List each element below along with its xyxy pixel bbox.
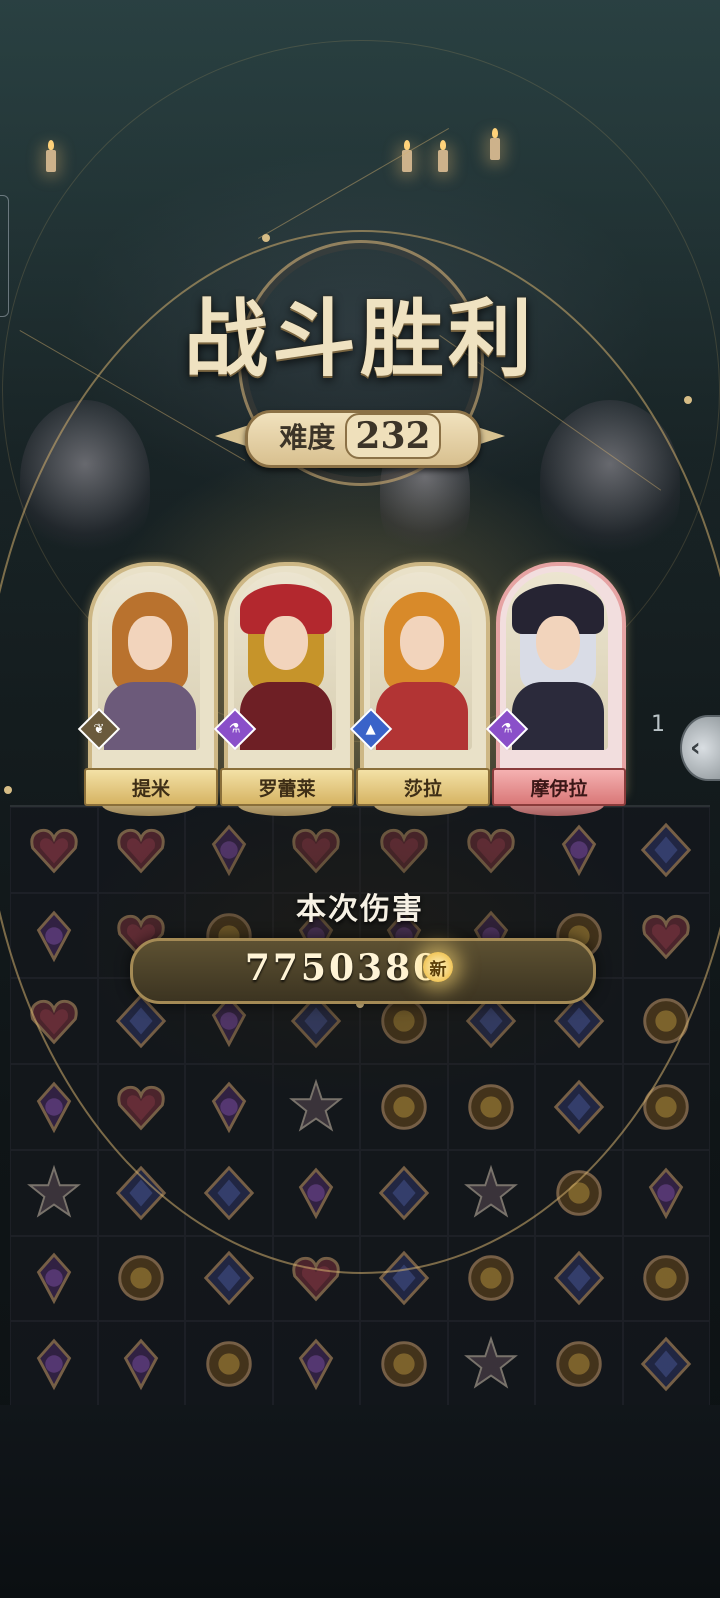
board-cell[interactable] [535,1321,623,1407]
board-cell[interactable] [97,1321,185,1407]
hero-name: 提米 [84,768,218,806]
difficulty-value: 232 [345,413,441,459]
star-gem-icon [462,1335,520,1393]
sun-gem-icon [550,1335,608,1393]
top-hat-icon: ▲ [366,721,376,737]
leaf-icon: ❦ [93,721,105,737]
hero-outfit [512,682,604,750]
diamond-gem-icon [637,1335,695,1393]
side-tab[interactable] [0,195,9,317]
potion-icon: ⚗ [229,721,241,737]
star-gem-icon [25,1164,83,1222]
hero-outfit [104,682,196,750]
board-cell[interactable] [97,1235,185,1322]
board-cell[interactable] [10,1321,98,1407]
hero-card[interactable]: ❦ 提米 [77,562,218,820]
board-cell[interactable] [185,1321,273,1407]
sun-gem-icon [200,1335,258,1393]
potion-gem-icon [287,1335,345,1393]
diamond-gem-icon [550,1249,608,1307]
potion-gem-icon [637,1164,695,1222]
candle-icon [46,140,56,172]
difficulty-plate: 难度 232 [215,410,505,468]
sun-gem-icon [112,1249,170,1307]
board-cell[interactable] [535,1235,623,1322]
potion-gem-icon [112,1335,170,1393]
hero-name: 摩伊拉 [492,768,626,806]
board-cell[interactable] [447,1321,535,1407]
hero-face [400,616,444,670]
hero-name: 莎拉 [356,768,490,806]
hero-face [128,616,172,670]
sun-gem-icon [375,1335,433,1393]
potion-gem-icon [25,1249,83,1307]
damage-label: 本次伤害 [296,892,424,927]
board-cell[interactable] [622,1235,710,1322]
board-cell[interactable] [10,1149,98,1236]
difficulty-label: 难度 [279,421,336,454]
board-cell[interactable] [622,1321,710,1407]
sun-gem-icon [462,1249,520,1307]
card-frame [224,562,354,798]
game-screen: 战斗胜利 难度 232 ❦ 提米 ⚗ 罗蕾莱 ▲ 莎拉 ⚗ 摩伊拉 1 ‹ 本次… [0,0,720,1598]
diamond-gem-icon [200,1249,258,1307]
card-frame [88,562,218,798]
decorative-dot [684,396,692,404]
new-record-badge: 新 [423,952,453,982]
plate-wing-left [215,425,249,447]
board-cell[interactable] [10,1235,98,1322]
damage-bar: 7750380 ✦ 新 [130,938,596,1004]
hero-face [264,616,308,670]
board-cell[interactable] [622,1149,710,1236]
hero-card[interactable]: ⚗ 摩伊拉 [485,562,626,820]
board-footer [0,1405,720,1598]
decorative-dot [262,234,270,242]
victory-title: 战斗胜利 [183,289,536,388]
hero-face [536,616,580,670]
card-frame [360,562,490,798]
hero-cards: ❦ 提米 ⚗ 罗蕾莱 ▲ 莎拉 ⚗ 摩伊拉 [0,562,720,822]
card-frame [496,562,626,798]
hero-outfit [376,682,468,750]
hero-name: 罗蕾莱 [220,768,354,806]
hero-card[interactable]: ▲ 莎拉 [349,562,490,820]
board-cell[interactable] [272,1321,360,1407]
sun-gem-icon [637,1249,695,1307]
chevron-icon: ‹ [690,733,701,763]
hero-outfit [240,682,332,750]
hero-card[interactable]: ⚗ 罗蕾莱 [213,562,354,820]
side-counter: 1 [651,712,665,737]
board-cell[interactable] [360,1321,448,1407]
potion-icon: ⚗ [501,721,513,737]
potion-gem-icon [25,1335,83,1393]
damage-value: 7750380 [244,947,442,989]
